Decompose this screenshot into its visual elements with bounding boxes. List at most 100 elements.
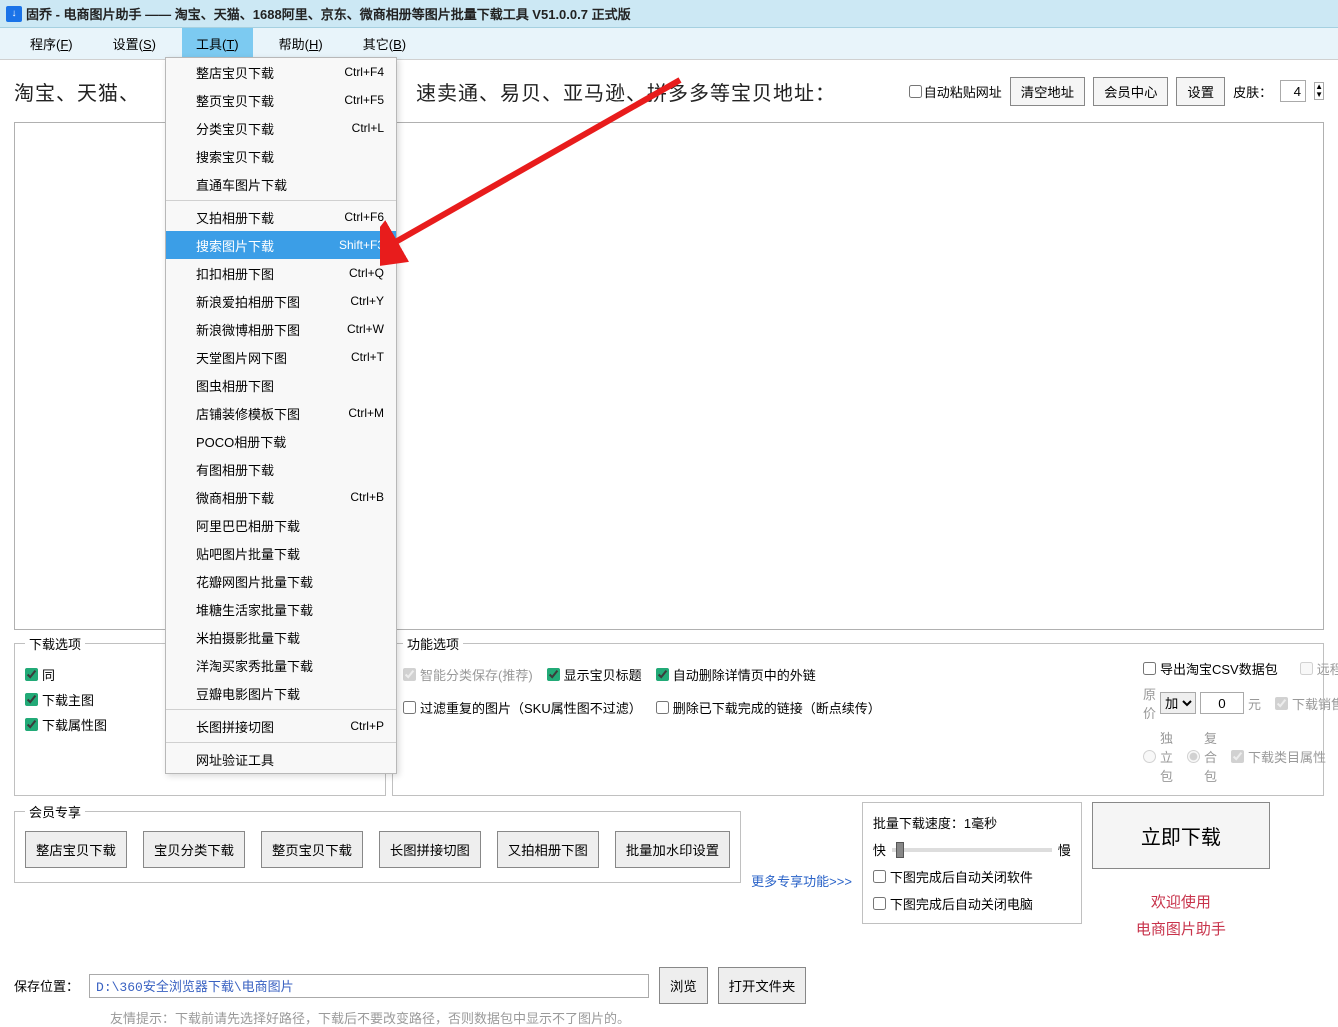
menu-item[interactable]: 洋淘买家秀批量下载 — [166, 651, 396, 679]
save-path-label: 保存位置： — [14, 976, 79, 995]
menu-item[interactable]: 整页宝贝下载Ctrl+F5 — [166, 86, 396, 114]
menu-s[interactable]: 设置(S) — [113, 34, 156, 53]
settings-button[interactable]: 设置 — [1176, 77, 1225, 106]
menu-item[interactable]: 天堂图片网下图Ctrl+T — [166, 343, 396, 371]
menu-item-label: 新浪微博相册下图 — [196, 320, 300, 339]
menu-item-shortcut: Ctrl+W — [347, 322, 384, 336]
menu-item[interactable]: 网址验证工具 — [166, 745, 396, 773]
menu-item[interactable]: 豆瓣电影图片下载 — [166, 679, 396, 707]
menu-item-label: 米拍摄影批量下载 — [196, 628, 300, 647]
menu-item-label: 花瓣网图片批量下载 — [196, 572, 313, 591]
chk-close-pc[interactable]: 下图完成后自动关闭电脑 — [873, 894, 1071, 913]
chk-show-title[interactable]: 显示宝贝标题 — [547, 665, 642, 684]
speed-slider[interactable] — [892, 848, 1052, 852]
menu-item-label: 店铺装修模板下图 — [196, 404, 300, 423]
btn-category[interactable]: 宝贝分类下载 — [143, 831, 245, 868]
menu-item-label: 网址验证工具 — [196, 750, 274, 769]
menu-item-shortcut: Ctrl+F6 — [344, 210, 384, 224]
more-features-link[interactable]: 更多专享功能>>> — [751, 871, 852, 890]
menu-b[interactable]: 其它(B) — [363, 34, 406, 53]
menu-item-label: 洋淘买家秀批量下载 — [196, 656, 313, 675]
menu-item[interactable]: 搜索图片下载Shift+F3 — [166, 231, 396, 259]
menu-item[interactable]: POCO相册下载 — [166, 427, 396, 455]
chk-del-links[interactable]: 自动删除详情页中的外链 — [656, 665, 816, 684]
function-options-legend: 功能选项 — [403, 634, 463, 653]
menu-item[interactable]: 花瓣网图片批量下载 — [166, 567, 396, 595]
menu-item[interactable]: 阿里巴巴相册下载 — [166, 511, 396, 539]
menu-item-label: 天堂图片网下图 — [196, 348, 287, 367]
menu-item-shortcut: Ctrl+L — [352, 121, 384, 135]
member-legend: 会员专享 — [25, 802, 85, 821]
download-now-button[interactable]: 立即下载 — [1092, 802, 1270, 869]
menu-item[interactable]: 搜索宝贝下载 — [166, 142, 396, 170]
chk-close-soft[interactable]: 下图完成后自动关闭软件 — [873, 867, 1071, 886]
menu-item[interactable]: 新浪爱拍相册下图Ctrl+Y — [166, 287, 396, 315]
menu-item[interactable]: 微商相册下载Ctrl+B — [166, 483, 396, 511]
chk-smart-save[interactable]: 智能分类保存(推荐) — [403, 665, 533, 684]
btn-long-image[interactable]: 长图拼接切图 — [379, 831, 481, 868]
clear-address-button[interactable]: 清空地址 — [1010, 77, 1085, 106]
menu-separator — [166, 200, 396, 201]
chk-export-csv[interactable]: 导出淘宝CSV数据包 — [1143, 659, 1278, 678]
chk-same[interactable]: 同 — [25, 665, 55, 684]
menu-item-shortcut: Ctrl+Y — [350, 294, 384, 308]
menu-f[interactable]: 程序(F) — [30, 34, 73, 53]
btn-whole-store[interactable]: 整店宝贝下载 — [25, 831, 127, 868]
radio-combo[interactable]: 复合包 — [1187, 728, 1217, 785]
chk-cat-attr[interactable]: 下载类目属性 — [1231, 747, 1326, 766]
save-path-input[interactable] — [89, 974, 649, 998]
menu-item-label: 扣扣相册下图 — [196, 264, 274, 283]
open-folder-button[interactable]: 打开文件夹 — [718, 967, 807, 1004]
menu-item-shortcut: Ctrl+Q — [349, 266, 384, 280]
menu-item[interactable]: 有图相册下载 — [166, 455, 396, 483]
chk-main-image[interactable]: 下载主图 — [25, 690, 94, 709]
menu-t[interactable]: 工具(T) — [182, 28, 253, 59]
menu-item[interactable]: 贴吧图片批量下载 — [166, 539, 396, 567]
menu-item[interactable]: 新浪微博相册下图 Ctrl+W — [166, 315, 396, 343]
menu-item[interactable]: 长图拼接切图Ctrl+P — [166, 712, 396, 740]
menu-item-label: POCO相册下载 — [196, 432, 286, 451]
member-center-button[interactable]: 会员中心 — [1093, 77, 1168, 106]
btn-watermark[interactable]: 批量加水印设置 — [615, 831, 730, 868]
auto-paste-checkbox[interactable]: 自动粘贴网址 — [909, 82, 1002, 101]
menu-item-label: 堆糖生活家批量下载 — [196, 600, 313, 619]
speed-label: 批量下载速度：1毫秒 — [873, 813, 1071, 832]
menu-item-shortcut: Ctrl+F4 — [344, 65, 384, 79]
menu-item[interactable]: 分类宝贝下载Ctrl+L — [166, 114, 396, 142]
tools-dropdown: 整店宝贝下载Ctrl+F4整页宝贝下载Ctrl+F5分类宝贝下载Ctrl+L搜索… — [165, 57, 397, 774]
welcome-text: 欢迎使用 电商图片助手 — [1112, 871, 1250, 959]
price-value-input[interactable] — [1200, 692, 1244, 714]
menu-item-label: 贴吧图片批量下载 — [196, 544, 300, 563]
radio-single[interactable]: 独立包 — [1143, 728, 1173, 785]
chk-filter-dup[interactable]: 过滤重复的图片（SKU属性图不过滤） — [403, 698, 642, 717]
menu-h[interactable]: 帮助(H) — [279, 34, 323, 53]
menu-item[interactable]: 图虫相册下图 — [166, 371, 396, 399]
menu-item-label: 长图拼接切图 — [196, 717, 274, 736]
menu-item[interactable]: 又拍相册下载Ctrl+F6 — [166, 203, 396, 231]
menu-item[interactable]: 直通车图片下载 — [166, 170, 396, 198]
menu-item-label: 图虫相册下图 — [196, 376, 274, 395]
chk-attr-image[interactable]: 下载属性图 — [25, 715, 107, 734]
menu-item-label: 整店宝贝下载 — [196, 63, 274, 82]
browse-button[interactable]: 浏览 — [659, 967, 708, 1004]
menu-item[interactable]: 堆糖生活家批量下载 — [166, 595, 396, 623]
menu-item[interactable]: 整店宝贝下载 Ctrl+F4 — [166, 58, 396, 86]
menu-item[interactable]: 米拍摄影批量下载 — [166, 623, 396, 651]
btn-whole-page[interactable]: 整页宝贝下载 — [261, 831, 363, 868]
price-op-select[interactable]: 加 — [1160, 692, 1196, 714]
chk-sale-attr[interactable]: 下载销售属性 — [1275, 694, 1338, 713]
btn-youpai[interactable]: 又拍相册下图 — [497, 831, 599, 868]
app-icon: ↓ — [6, 6, 22, 22]
skin-input[interactable] — [1280, 80, 1306, 102]
download-options-legend: 下载选项 — [25, 634, 85, 653]
skin-label: 皮肤： — [1233, 82, 1272, 101]
chk-del-done[interactable]: 删除已下载完成的链接（断点续传） — [656, 698, 881, 717]
skin-spinner[interactable]: ▲▼ — [1314, 82, 1324, 100]
menu-item-label: 有图相册下载 — [196, 460, 274, 479]
save-path-row: 保存位置： 浏览 打开文件夹 — [0, 959, 1338, 1004]
menu-item[interactable]: 扣扣相册下图 Ctrl+Q — [166, 259, 396, 287]
menu-item[interactable]: 店铺装修模板下图Ctrl+M — [166, 399, 396, 427]
menu-item-label: 搜索图片下载 — [196, 236, 274, 255]
menu-item-label: 整页宝贝下载 — [196, 91, 274, 110]
chk-remote-detail[interactable]: 远程详情图 — [1300, 659, 1338, 678]
